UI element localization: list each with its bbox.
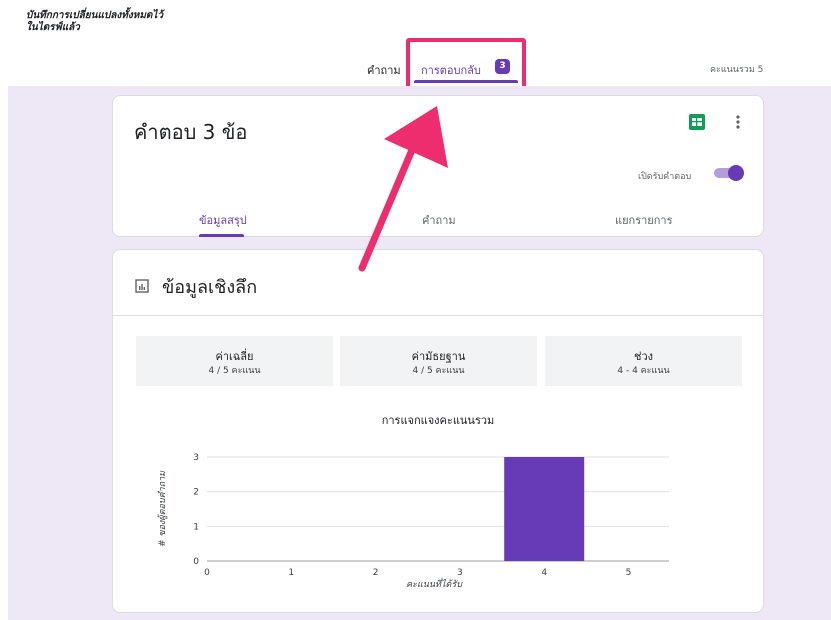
y-tick-label: 0 xyxy=(193,557,199,567)
sheets-icon[interactable] xyxy=(689,114,705,130)
divider xyxy=(113,315,763,316)
subtab-individual[interactable]: แยกรายการ xyxy=(615,211,672,229)
y-axis-label: # ของผู้ตอบคำถาม xyxy=(157,470,168,547)
save-status: บันทึกการเปลี่ยนแปลงทั้งหมดไว้ ในไดรฟ์แล… xyxy=(26,10,163,34)
accept-responses-label: เปิดรับคำตอบ xyxy=(638,172,692,182)
bar-4 xyxy=(504,457,585,561)
tab-questions[interactable]: คำถาม xyxy=(367,61,401,79)
insights-card: ข้อมูลเชิงลึก ค่าเฉลี่ย 4 / 5 คะแนน ค่าม… xyxy=(112,249,764,613)
stat-range: ช่วง 4 - 4 คะแนน xyxy=(545,336,742,386)
stat-average: ค่าเฉลี่ย 4 / 5 คะแนน xyxy=(136,336,333,386)
x-tick-label: 2 xyxy=(373,568,379,578)
stat-range-value: 4 - 4 คะแนน xyxy=(617,366,670,376)
stat-median-value: 4 / 5 คะแนน xyxy=(412,366,465,376)
stat-median: ค่ามัธยฐาน 4 / 5 คะแนน xyxy=(340,336,537,386)
y-tick-label: 1 xyxy=(193,522,199,532)
chart-title: การแจกแจงคะแนนรวม xyxy=(381,414,495,427)
save-status-line-1: บันทึกการเปลี่ยนแปลงทั้งหมดไว้ xyxy=(26,10,164,21)
total-points: คะแนนรวม 5 xyxy=(710,65,764,75)
subtab-summary[interactable]: ข้อมูลสรุป xyxy=(199,211,247,229)
score-distribution-chart: 0 1 2 3 0 1 2 3 4 5 คะแนนที่ได้รับ # ของผู้ตอบคำถาม xyxy=(157,453,669,590)
toggle-knob xyxy=(728,165,744,181)
subtab-question[interactable]: คำถาม xyxy=(422,211,456,229)
more-vert-icon[interactable] xyxy=(733,112,743,132)
insights-title: ข้อมูลเชิงลึก xyxy=(162,277,258,298)
accept-responses-toggle[interactable] xyxy=(714,165,744,181)
responses-title: คำตอบ 3 ข้อ xyxy=(134,120,248,144)
y-tick-label: 2 xyxy=(193,488,199,498)
x-tick-label: 3 xyxy=(457,568,463,578)
top-bar: บันทึกการเปลี่ยนแปลงทั้งหมดไว้ ในไดรฟ์แล… xyxy=(0,0,831,99)
x-tick-label: 0 xyxy=(204,568,210,578)
responses-summary-card: คำตอบ 3 ข้อ เปิดรับคำตอบ ข้อมูลสรุป คำถา… xyxy=(112,95,764,237)
insights-chart-icon xyxy=(135,278,149,293)
x-tick-label: 5 xyxy=(626,568,632,578)
x-tick-label: 4 xyxy=(541,568,547,578)
subtab-active-indicator xyxy=(199,234,244,237)
y-tick-label: 3 xyxy=(193,453,199,463)
x-tick-label: 1 xyxy=(288,568,294,578)
stat-average-value: 4 / 5 คะแนน xyxy=(208,366,261,376)
save-status-line-2: ในไดรฟ์แล้ว xyxy=(26,22,80,33)
x-axis-label: คะแนนที่ได้รับ xyxy=(406,577,463,590)
